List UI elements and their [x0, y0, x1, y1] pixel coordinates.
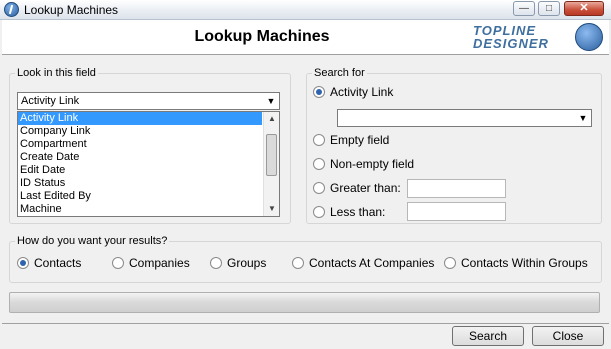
field-select[interactable]: Activity Link ▼	[17, 92, 280, 110]
search-button[interactable]: Search	[452, 326, 524, 346]
less-than-input[interactable]	[407, 202, 506, 221]
scroll-up-icon[interactable]: ▲	[264, 112, 279, 126]
radio-dot[interactable]	[313, 158, 325, 170]
logo-text: TopLine Designer	[473, 24, 549, 50]
page-title: Lookup Machines	[194, 28, 330, 45]
radio-dot[interactable]	[210, 257, 222, 269]
field-option[interactable]: ID Status	[18, 177, 262, 190]
greater-than-input[interactable]	[407, 179, 506, 198]
radio-dot[interactable]	[112, 257, 124, 269]
result-label: Contacts	[34, 256, 82, 270]
radio-activity-link-label: Activity Link	[330, 85, 394, 99]
radio-less-than-label: Less than:	[330, 205, 386, 219]
close-window-button[interactable]: ✕	[564, 1, 604, 16]
result-label: Groups	[227, 256, 267, 270]
close-button[interactable]: Close	[532, 326, 604, 346]
scroll-down-icon[interactable]: ▼	[264, 202, 279, 216]
field-option[interactable]: Create Date	[18, 151, 262, 164]
app-icon	[4, 2, 19, 17]
result-label: Contacts At Companies	[309, 256, 435, 270]
logo-line-2: Designer	[473, 36, 549, 51]
radio-dot[interactable]	[292, 257, 304, 269]
chevron-down-icon[interactable]: ▼	[576, 111, 590, 125]
result-label: Contacts Within Groups	[461, 256, 588, 270]
header-banner: Lookup Machines TopLine Designer	[2, 20, 609, 55]
radio-non-empty-field-label: Non-empty field	[330, 157, 415, 171]
window-title: Lookup Machines	[24, 3, 119, 17]
logo-mark-icon	[575, 23, 603, 51]
field-option[interactable]: Activity Link	[18, 112, 262, 125]
radio-dot[interactable]	[313, 86, 325, 98]
minimize-icon: —	[519, 3, 529, 14]
field-option[interactable]: Last Edited By	[18, 190, 262, 203]
look-in-legend: Look in this field	[15, 67, 98, 79]
radio-dot[interactable]	[313, 206, 325, 218]
progress-bar	[9, 292, 600, 313]
field-select-value: Activity Link	[21, 95, 80, 107]
field-options: Activity Link Company Link Compartment Crea…	[18, 112, 279, 216]
field-option[interactable]: Company Link	[18, 125, 262, 138]
result-label: Companies	[129, 256, 190, 270]
field-option[interactable]: Machine	[18, 203, 262, 216]
radio-dot[interactable]	[313, 182, 325, 194]
search-for-legend: Search for	[312, 67, 367, 79]
field-dropdown-list[interactable]: Activity Link Company Link Compartment Crea…	[17, 111, 280, 217]
chevron-down-icon[interactable]: ▼	[264, 94, 278, 108]
maximize-icon: □	[545, 3, 553, 14]
radio-dot[interactable]	[444, 257, 456, 269]
title-bar: Lookup Machines — □ ✕	[0, 0, 611, 20]
dropdown-scrollbar[interactable]: ▲ ▼	[263, 112, 279, 216]
field-option[interactable]: Compartment	[18, 138, 262, 151]
radio-greater-than-label: Greater than:	[330, 181, 401, 195]
radio-dot[interactable]	[313, 134, 325, 146]
close-icon: ✕	[579, 2, 589, 14]
results-legend: How do you want your results?	[15, 235, 170, 247]
radio-dot[interactable]	[17, 257, 29, 269]
field-option[interactable]: Edit Date	[18, 164, 262, 177]
scroll-thumb[interactable]	[266, 134, 277, 176]
maximize-button[interactable]: □	[538, 1, 560, 16]
radio-empty-field-label: Empty field	[330, 133, 390, 147]
activity-link-select[interactable]: ▼	[337, 109, 592, 127]
topline-designer-logo: TopLine Designer	[471, 23, 603, 53]
minimize-button[interactable]: —	[513, 1, 535, 16]
